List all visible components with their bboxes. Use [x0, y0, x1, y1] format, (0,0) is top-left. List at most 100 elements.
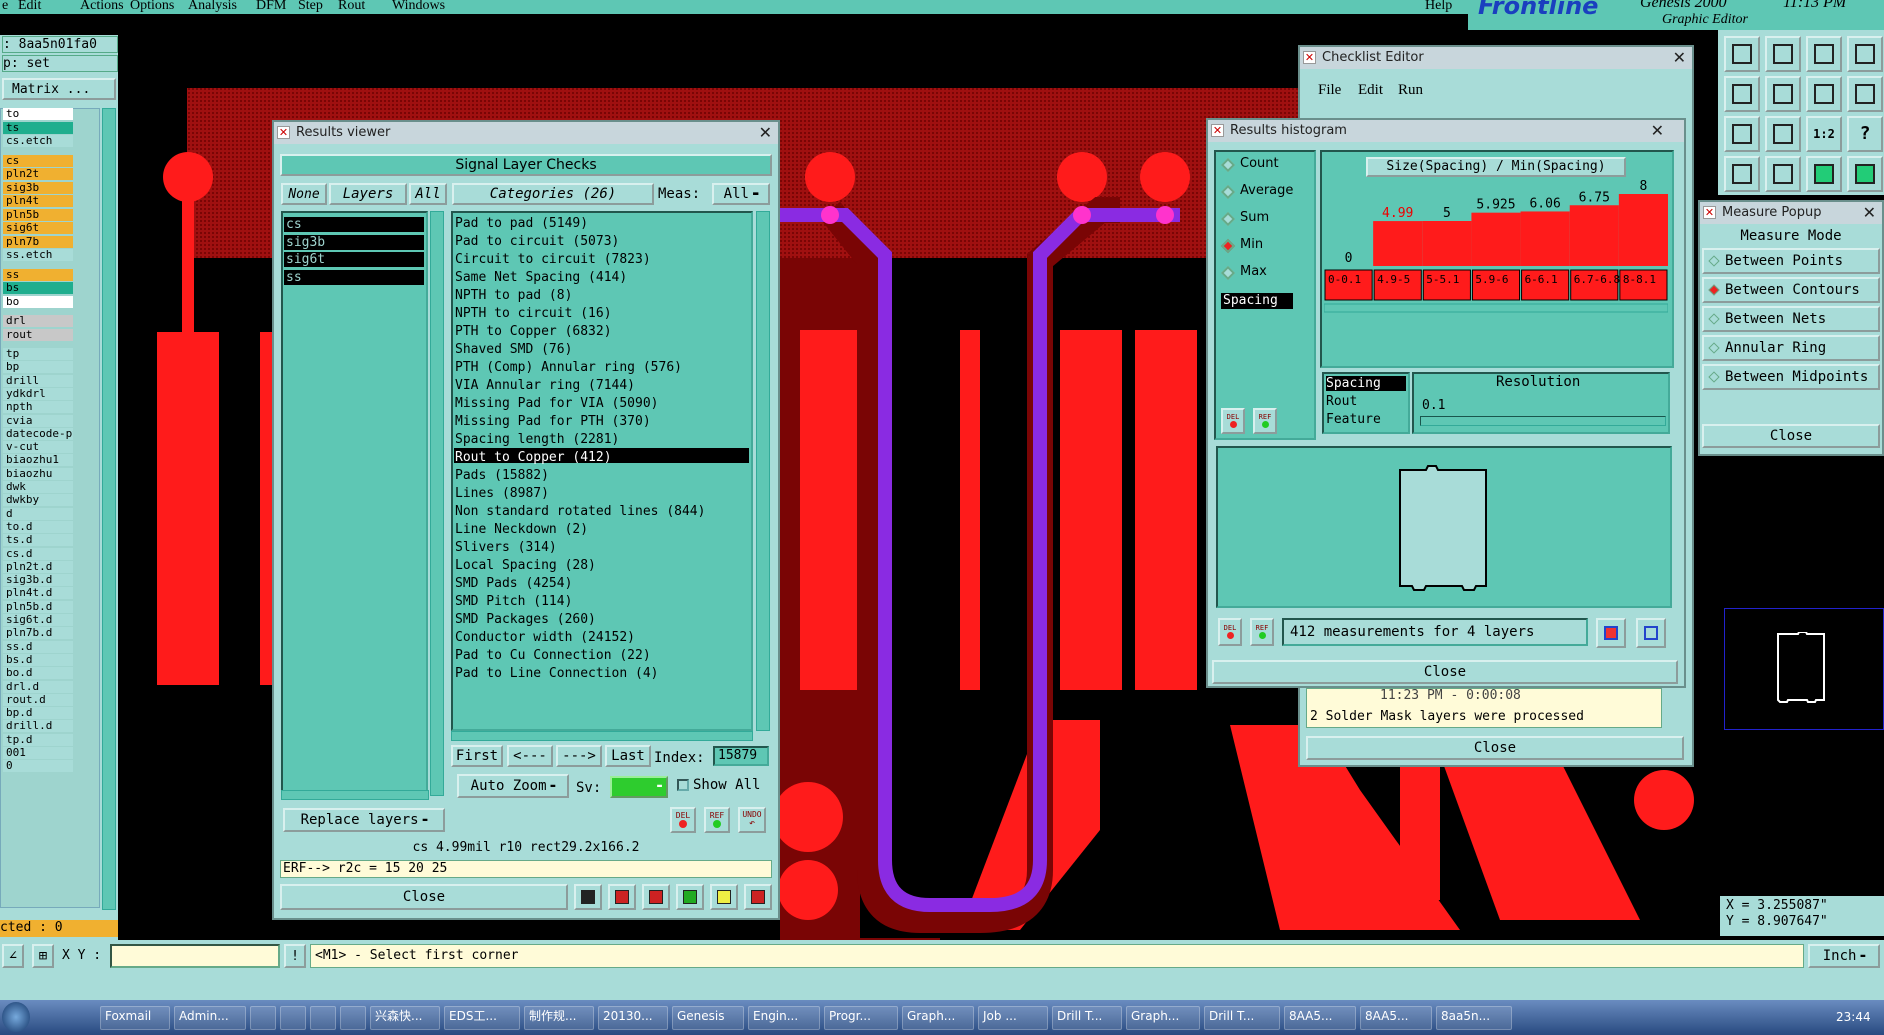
layer-item[interactable]: ss.etch — [3, 249, 73, 261]
show-all-checkbox[interactable] — [677, 779, 689, 791]
mode-option[interactable]: Min — [1240, 237, 1263, 252]
layers-hscroll[interactable] — [281, 790, 429, 800]
units-dropdown[interactable]: Inch ▬ — [1808, 944, 1880, 968]
layer-item[interactable]: ydkdrl — [3, 387, 73, 400]
category-item[interactable]: NPTH to circuit (16) — [455, 306, 612, 321]
checklist-menu-run[interactable]: Run — [1398, 82, 1423, 99]
hist-del-button-2[interactable]: DEL — [1218, 618, 1242, 646]
category-item[interactable]: Circuit to circuit (7823) — [455, 252, 651, 267]
menu-6[interactable]: Step — [298, 0, 323, 14]
category-item[interactable]: Pad to Line Connection (4) — [455, 666, 659, 681]
category-item[interactable]: PTH to Copper (6832) — [455, 324, 612, 339]
none-button[interactable]: None — [281, 183, 327, 205]
layer-item[interactable]: sig6t — [3, 222, 73, 234]
layer-item[interactable]: sig3b — [3, 181, 73, 194]
category-item[interactable]: Pad to pad (5149) — [455, 216, 588, 231]
result-layer-item[interactable]: sig6t — [284, 252, 424, 267]
category-item[interactable]: Slivers (314) — [455, 540, 557, 555]
close-icon[interactable]: ✕ — [1651, 120, 1664, 142]
taskbar-item[interactable]: 8AA5... — [1284, 1006, 1356, 1030]
category-item[interactable]: Pad to circuit (5073) — [455, 234, 619, 249]
index-field[interactable]: 15879 — [713, 746, 769, 766]
sv-color-dropdown[interactable]: ▬ — [610, 776, 668, 798]
center-button[interactable] — [1765, 116, 1801, 152]
layer-item[interactable]: pln5b.d — [3, 600, 73, 613]
histogram-titlebar[interactable]: ✕ Results histogram ✕ — [1208, 120, 1684, 142]
checklist-menu-file[interactable]: File — [1318, 82, 1341, 99]
layer-scrollbar[interactable] — [102, 108, 116, 910]
layer-item[interactable]: bs — [3, 282, 73, 294]
stack-button[interactable] — [1847, 76, 1883, 112]
prev-button[interactable]: <--- — [507, 745, 553, 767]
help-menu[interactable]: Help — [1425, 0, 1452, 14]
info-button[interactable]: ! — [284, 944, 306, 968]
replace-layers-button[interactable]: Replace layers ▬ — [283, 808, 445, 832]
layer-up-button[interactable] — [1724, 36, 1760, 72]
cross-button[interactable] — [642, 884, 670, 910]
align-left-button[interactable] — [1724, 76, 1760, 112]
mode-option[interactable]: Max — [1240, 264, 1267, 279]
layer-item[interactable]: pln2t — [3, 168, 73, 180]
layers-listbox[interactable] — [281, 211, 428, 796]
histogram-bar[interactable] — [1618, 194, 1668, 266]
align-right-button[interactable] — [1765, 76, 1801, 112]
category-item[interactable]: Pads (15882) — [455, 468, 549, 483]
checklist-menu-edit[interactable]: Edit — [1358, 82, 1383, 99]
layer-item[interactable]: pln2t.d — [3, 560, 73, 573]
category-item[interactable]: Missing Pad for PTH (370) — [455, 414, 651, 429]
menu-7[interactable]: Rout — [338, 0, 365, 14]
window-button[interactable] — [1847, 36, 1883, 72]
mode-option[interactable]: Average — [1240, 183, 1293, 198]
taskbar-item[interactable]: Graph... — [902, 1006, 974, 1030]
layer-down-button[interactable] — [1765, 36, 1801, 72]
taskbar-item[interactable]: 8AA5... — [1360, 1006, 1432, 1030]
layer-item[interactable]: cs.d — [3, 547, 73, 560]
field-item[interactable]: Feature — [1326, 412, 1406, 427]
category-item[interactable]: Lines (8987) — [455, 486, 549, 501]
taskbar-item[interactable] — [250, 1006, 276, 1030]
menu-1[interactable]: Edit — [18, 0, 41, 14]
layer-item[interactable]: to — [3, 108, 73, 120]
layer-item[interactable]: bs.d — [3, 653, 73, 666]
taskbar-item[interactable]: Drill T... — [1052, 1006, 1122, 1030]
category-item[interactable]: Shaved SMD (76) — [455, 342, 572, 357]
layer-up-button[interactable] — [574, 884, 602, 910]
layer-item[interactable]: bo — [3, 295, 73, 308]
layer-item[interactable]: pln4t.d — [3, 587, 73, 600]
record-button[interactable] — [608, 884, 636, 910]
zoom-out-measure-button[interactable] — [1636, 618, 1666, 648]
result-layer-item[interactable]: cs — [284, 217, 424, 232]
layer-item[interactable]: sig3b.d — [3, 574, 73, 587]
taskbar-item[interactable]: 8aa5n... — [1436, 1006, 1512, 1030]
taskbar-item[interactable]: Progr... — [824, 1006, 898, 1030]
layer-item[interactable]: bp.d — [3, 707, 73, 720]
taskbar-item[interactable]: Engin... — [748, 1006, 820, 1030]
layer-item[interactable]: cvia — [3, 414, 73, 427]
hist-ref-button-2[interactable]: REF — [1250, 618, 1274, 646]
grid-button[interactable]: ⊞ — [32, 944, 54, 968]
taskbar-item[interactable]: EDS工... — [444, 1006, 520, 1030]
start-button[interactable] — [2, 1002, 30, 1032]
histogram-button[interactable] — [744, 884, 772, 910]
layer-item[interactable]: dwk — [3, 481, 73, 493]
layer-item[interactable]: 001 — [3, 747, 73, 759]
taskbar-item[interactable]: Job ... — [978, 1006, 1048, 1030]
net-button[interactable] — [1806, 156, 1842, 192]
taskbar-item[interactable]: 制作规... — [524, 1006, 594, 1030]
taskbar-item[interactable]: Admin... — [174, 1006, 246, 1030]
measure-mode-option[interactable]: Between Nets — [1702, 306, 1880, 332]
histogram-bar[interactable] — [1373, 221, 1423, 266]
layer-item[interactable]: rout.d — [3, 693, 73, 706]
tool-button[interactable] — [1724, 156, 1760, 192]
category-item[interactable]: PTH (Comp) Annular ring (576) — [455, 360, 682, 375]
close-icon[interactable]: ✕ — [1863, 202, 1876, 224]
mode-option[interactable]: Count — [1240, 156, 1279, 171]
layer-item[interactable]: ts.d — [3, 534, 73, 547]
category-item[interactable]: Non standard rotated lines (844) — [455, 504, 705, 519]
category-item[interactable]: SMD Pads (4254) — [455, 576, 572, 591]
checklist-titlebar[interactable]: ✕ Checklist Editor ✕ — [1300, 47, 1692, 69]
xy-input[interactable] — [110, 944, 280, 968]
histogram-bar[interactable] — [1422, 221, 1472, 266]
measure-mode-option[interactable]: Between Points — [1702, 248, 1880, 274]
notes-button[interactable] — [710, 884, 738, 910]
